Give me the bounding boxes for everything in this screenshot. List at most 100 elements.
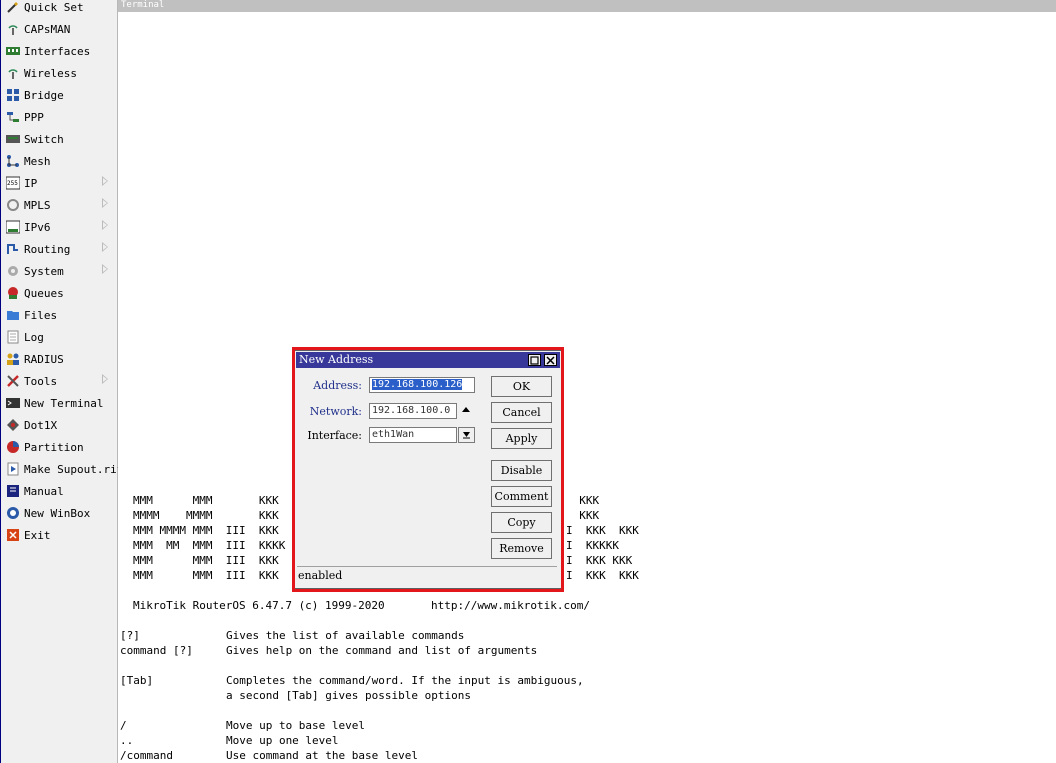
submenu-arrow-icon — [102, 374, 108, 384]
sidebar-item-quick-set[interactable]: Quick Set — [0, 0, 117, 18]
sidebar-item-label: RADIUS — [24, 352, 64, 366]
banner-line: MMMM MMMM KKK — [133, 509, 279, 522]
interface-dropdown-button[interactable] — [458, 427, 475, 443]
submenu-arrow-icon — [102, 198, 108, 208]
sidebar-item-log[interactable]: Log — [0, 326, 117, 348]
sidebar-item-switch[interactable]: Switch — [0, 128, 117, 150]
remove-button[interactable]: Remove — [491, 538, 552, 559]
wireless-icon — [6, 66, 20, 80]
sidebar-item-wireless[interactable]: Wireless — [0, 62, 117, 84]
sidebar-item-label: Make Supout.rif — [24, 462, 124, 476]
banner-line-right: I KKK KKK — [566, 569, 639, 582]
sidebar-menu: Quick Set CAPsMAN Interfaces Wireless Br… — [0, 0, 123, 763]
banner-line-right: KKK — [566, 494, 600, 507]
gear-icon — [6, 264, 20, 278]
chevron-down-icon — [463, 432, 470, 439]
manual-icon — [6, 484, 20, 498]
maximize-icon — [530, 356, 539, 365]
sidebar-item-routing[interactable]: Routing — [0, 238, 117, 260]
log-icon — [6, 330, 20, 344]
queues-icon — [6, 286, 20, 300]
sidebar-item-bridge[interactable]: Bridge — [0, 84, 117, 106]
network-label: Network: — [309, 405, 362, 418]
sidebar-item-label: Switch — [24, 132, 64, 146]
sidebar-item-ipv6[interactable]: IPv6 — [0, 216, 117, 238]
sidebar-item-ppp[interactable]: PPP — [0, 106, 117, 128]
banner-line: MMM MMM KKK — [133, 494, 279, 507]
help-line: a second [Tab] gives possible options — [120, 689, 471, 702]
sidebar-item-manual[interactable]: Manual — [0, 480, 117, 502]
dialog-title-bar[interactable]: New Address — [296, 352, 560, 368]
disable-button[interactable]: Disable — [491, 460, 552, 481]
submenu-arrow-icon — [102, 176, 108, 186]
routing-icon — [6, 242, 20, 256]
sidebar-item-capsman[interactable]: CAPsMAN — [0, 18, 117, 40]
mesh-icon — [6, 154, 20, 168]
winbox-icon — [6, 506, 20, 520]
ipv6-icon — [6, 220, 20, 234]
submenu-arrow-icon — [102, 220, 108, 230]
sidebar-item-mesh[interactable]: Mesh — [0, 150, 117, 172]
dot1x-icon — [6, 418, 20, 432]
banner-line-right: I KKKKK — [566, 539, 619, 552]
sidebar-item-label: Manual — [24, 484, 64, 498]
interfaces-icon — [6, 44, 20, 58]
help-line: .. Move up one level — [120, 734, 339, 747]
sidebar-item-label: Tools — [24, 374, 58, 388]
banner-line-right: I KKK KKK — [566, 554, 633, 567]
ok-button[interactable]: OK — [491, 376, 552, 397]
network-field[interactable]: 192.168.100.0 — [369, 403, 457, 419]
sidebar-item-files[interactable]: Files — [0, 304, 117, 326]
maximize-button[interactable] — [528, 354, 541, 366]
terminal-title-bar[interactable]: Terminal — [118, 0, 1056, 12]
sidebar-item-ip[interactable]: 255 IP — [0, 172, 117, 194]
sidebar-item-queues[interactable]: Queues — [0, 282, 117, 304]
terminal-window[interactable]: MMM MMM KKK MMMM MMMM KKK MMM MMMM MMM I… — [118, 12, 1056, 763]
sidebar-item-label: Wireless — [24, 66, 77, 80]
sidebar-item-label: Routing — [24, 242, 71, 256]
sidebar-item-mpls[interactable]: MPLS — [0, 194, 117, 216]
mpls-icon — [6, 198, 20, 212]
apply-button[interactable]: Apply — [491, 428, 552, 449]
interface-select[interactable]: eth1Wan — [369, 427, 457, 443]
collapse-up-icon[interactable] — [461, 406, 471, 414]
ip-icon: 255 — [6, 176, 20, 190]
cancel-button[interactable]: Cancel — [491, 402, 552, 423]
sidebar-item-label: MPLS — [24, 198, 51, 212]
banner-line: MMM MM MMM III KKKK — [133, 539, 286, 552]
sidebar-item-make-supout[interactable]: Make Supout.rif — [0, 458, 123, 480]
antenna-icon — [6, 22, 20, 36]
sidebar-item-label: Interfaces — [24, 44, 91, 58]
interface-value: eth1Wan — [372, 429, 415, 440]
sidebar-item-label: Exit — [24, 528, 51, 542]
terminal-icon — [6, 396, 20, 410]
close-button[interactable] — [544, 354, 557, 366]
exit-icon — [6, 528, 20, 542]
banner-line: MMM MMM III KKK — [133, 569, 279, 582]
tools-icon — [6, 374, 20, 388]
sidebar-item-system[interactable]: System — [0, 260, 117, 282]
close-icon — [546, 356, 555, 365]
sidebar-item-partition[interactable]: Partition — [0, 436, 117, 458]
copy-button[interactable]: Copy — [491, 512, 552, 533]
sidebar-item-tools[interactable]: Tools — [0, 370, 117, 392]
help-line: / Move up to base level — [120, 719, 366, 732]
sidebar-item-label: Partition — [24, 440, 84, 454]
new-address-dialog[interactable]: New Address Address: 192.168.100.126 Net… — [294, 350, 562, 589]
dialog-title: New Address — [299, 353, 374, 366]
folder-icon — [6, 308, 20, 322]
sidebar-item-dot1x[interactable]: Dot1X — [0, 414, 117, 436]
svg-text:255: 255 — [7, 180, 18, 187]
help-line: [?] Gives the list of available commands — [120, 629, 465, 642]
address-field[interactable]: 192.168.100.126 — [369, 377, 475, 393]
sidebar-item-new-winbox[interactable]: New WinBox — [0, 502, 117, 524]
sidebar-item-interfaces[interactable]: Interfaces — [0, 40, 117, 62]
sidebar-item-exit[interactable]: Exit — [0, 524, 117, 546]
sidebar-item-label: System — [24, 264, 64, 278]
users-icon — [6, 352, 20, 366]
sidebar-item-new-terminal[interactable]: New Terminal — [0, 392, 117, 414]
banner-line-right: I KKK KKK — [566, 524, 639, 537]
sidebar-item-radius[interactable]: RADIUS — [0, 348, 117, 370]
comment-button[interactable]: Comment — [491, 486, 552, 507]
dialog-status-bar: enabled — [297, 566, 557, 584]
